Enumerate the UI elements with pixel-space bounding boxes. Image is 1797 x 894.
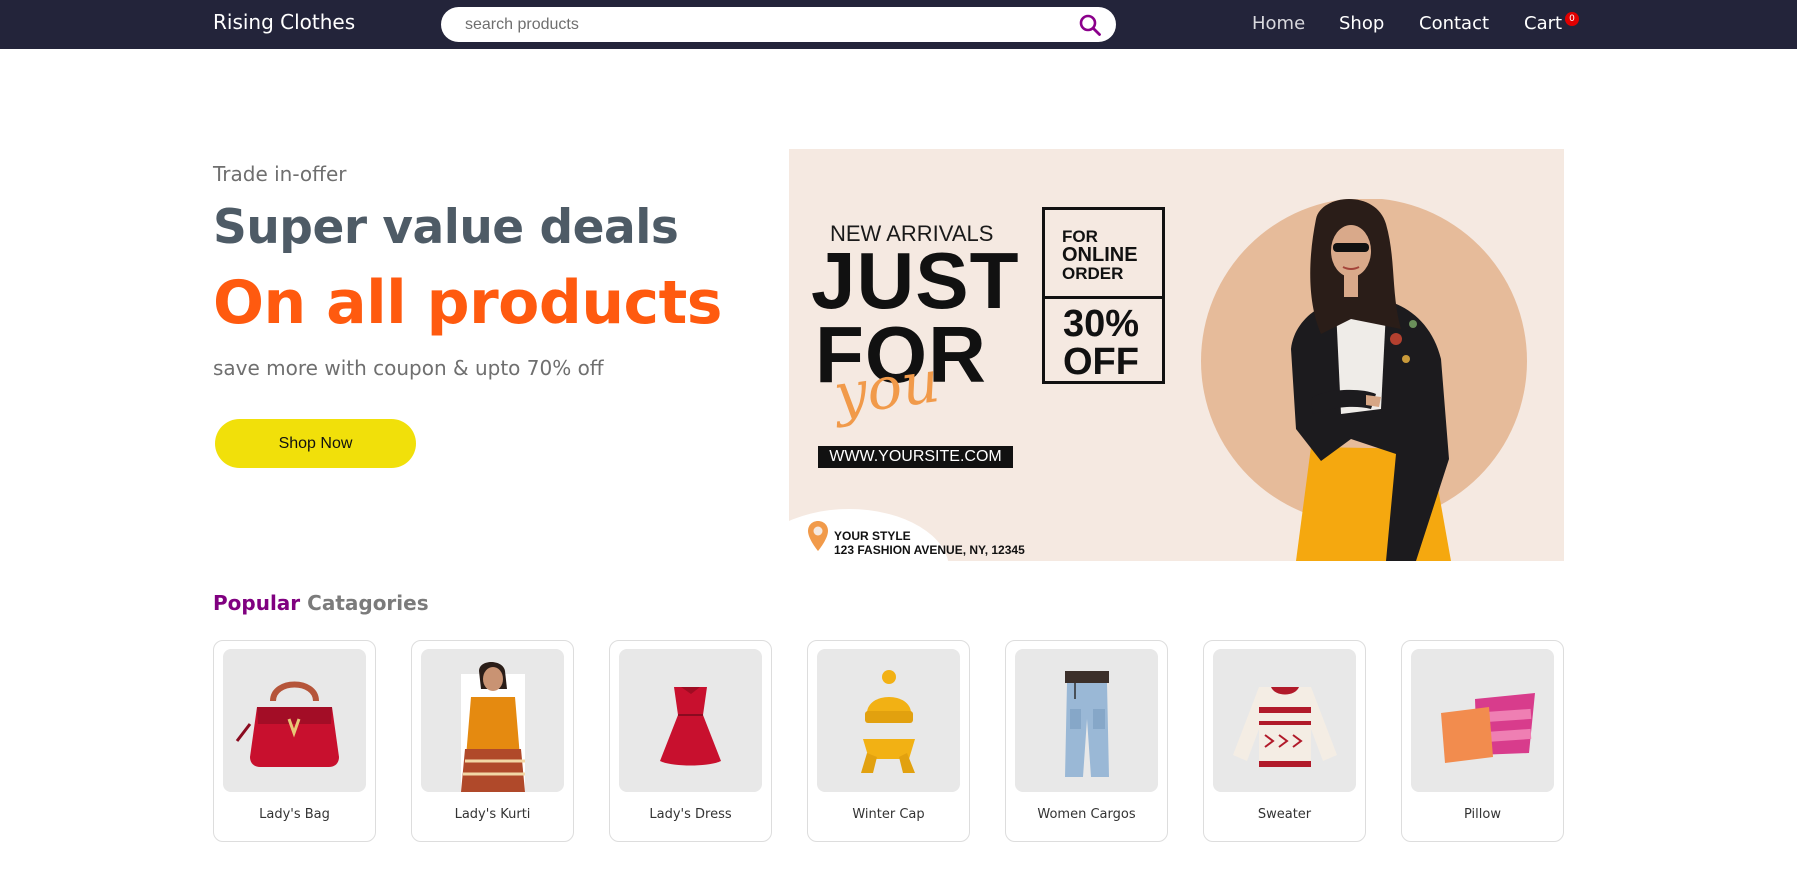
offer-box-order: ORDER [1062,264,1124,283]
offer-box-off: OFF [1063,341,1139,383]
kurti-image [421,649,564,792]
categories-heading-word1: Popular [213,591,301,615]
nav-contact-link[interactable]: Contact [1419,13,1489,34]
banner-address: YOUR STYLE 123 FASHION AVENUE, NY, 12345 [834,529,1025,557]
category-label: Sweater [1257,807,1312,822]
dress-image [619,649,762,792]
shop-now-button[interactable]: Shop Now [215,419,416,468]
hero-subtitle: save more with coupon & upto 70% off [213,356,604,380]
banner-style-line1: YOUR STYLE [834,529,911,543]
sweater-image [1213,649,1356,792]
category-label: Winter Cap [852,807,925,822]
navbar: Rising Clothes Home Shop Contact Cart 0 [0,0,1797,49]
categories-heading: Popular Catagories [213,591,429,615]
cart-count-badge: 0 [1565,12,1579,26]
category-label: Pillow [1464,807,1501,822]
brand-logo[interactable]: Rising Clothes [213,10,355,34]
pillow-image [1411,649,1554,792]
banner-offer-box: FOR ONLINE ORDER 30% OFF [1042,207,1165,384]
banner-you: you [829,347,944,429]
promo-banner[interactable]: NEW ARRIVALS JUST FOR you WWW.YOURSITE.C… [789,149,1564,561]
category-card-sweater[interactable]: Sweater [1203,640,1366,842]
handbag-image [223,649,366,792]
hero-title: Super value deals [213,200,679,255]
nav-home-link[interactable]: Home [1252,13,1305,34]
banner-just: JUST [811,236,1020,325]
location-pin-icon [808,521,828,551]
category-card-winter-cap[interactable]: Winter Cap [807,640,970,842]
cargos-image [1015,649,1158,792]
offer-box-for: FOR [1062,227,1098,246]
hero-kicker: Trade in-offer [213,162,347,186]
nav-shop-link[interactable]: Shop [1339,13,1384,34]
categories-heading-word2: Catagories [307,591,429,615]
winter-cap-image [817,649,960,792]
nav-cart-link[interactable]: Cart [1524,13,1562,34]
category-card-women-cargos[interactable]: Women Cargos [1005,640,1168,842]
offer-box-online: ONLINE [1062,244,1138,266]
category-card-pillow[interactable]: Pillow [1401,640,1564,842]
category-card-ladys-kurti[interactable]: Lady's Kurti [411,640,574,842]
hero-title-highlight: On all products [213,268,723,338]
category-label: Women Cargos [1037,807,1136,822]
category-card-ladys-bag[interactable]: Lady's Bag [213,640,376,842]
search-input[interactable] [465,7,1065,42]
banner-website: WWW.YOURSITE.COM [818,446,1013,468]
banner-style-line2: 123 FASHION AVENUE, NY, 12345 [834,543,1025,557]
category-label: Lady's Bag [259,807,330,822]
search-icon[interactable] [1078,13,1102,37]
offer-box-divider [1045,296,1162,299]
category-label: Lady's Dress [649,807,732,822]
banner-model-image [1201,199,1527,561]
category-label: Lady's Kurti [454,807,531,822]
category-card-ladys-dress[interactable]: Lady's Dress [609,640,772,842]
search-bar [441,7,1116,42]
offer-box-percent: 30% [1063,303,1140,345]
